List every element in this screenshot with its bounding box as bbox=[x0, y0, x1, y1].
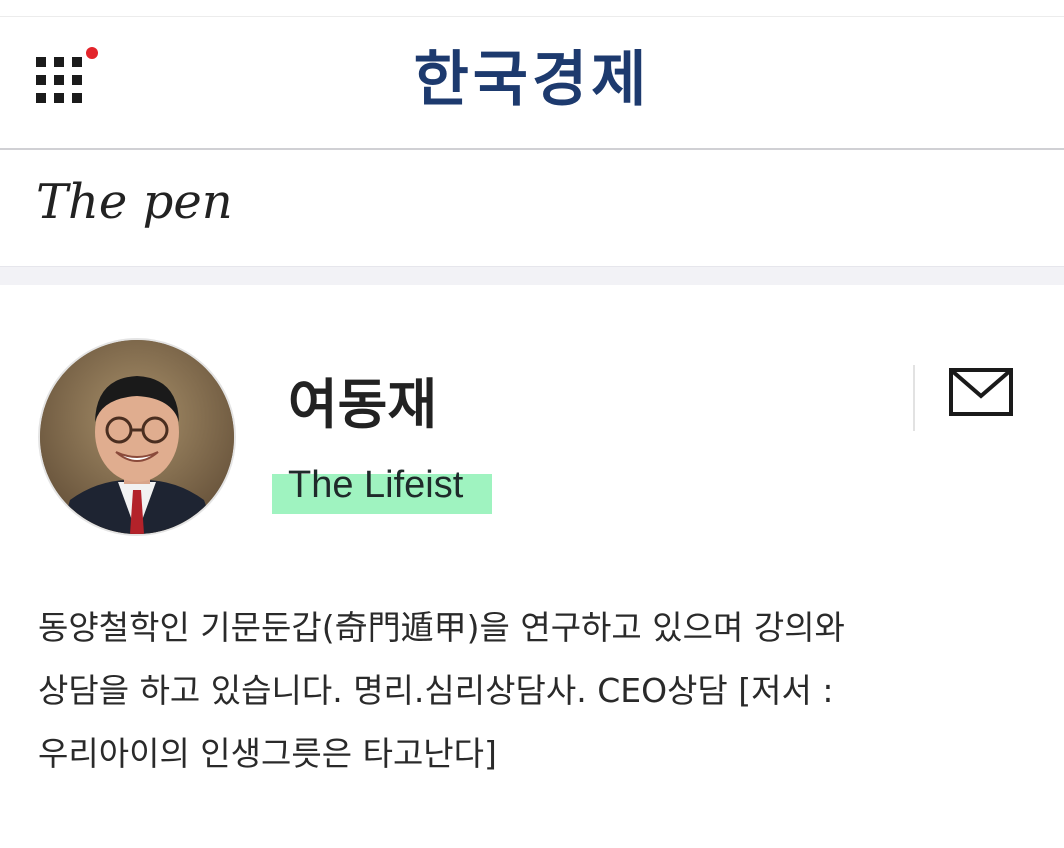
section-title: The pen bbox=[36, 174, 233, 230]
author-bio: 동양철학인 기문둔갑(奇門遁甲)을 연구하고 있으며 강의와 상담을 하고 있습… bbox=[38, 596, 1028, 785]
divider-band bbox=[0, 266, 1064, 285]
mail-icon bbox=[949, 368, 1013, 416]
site-logo[interactable]: 한국경제 bbox=[0, 47, 1064, 113]
author-avatar bbox=[38, 338, 236, 536]
bio-line: 우리아이의 인생그릇은 타고난다] bbox=[38, 734, 497, 773]
author-name: 여동재 bbox=[288, 373, 438, 436]
author-portrait-icon bbox=[40, 340, 234, 534]
author-tagline: The Lifeist bbox=[288, 464, 464, 506]
site-header: 한국경제 bbox=[0, 17, 1064, 150]
vertical-divider bbox=[913, 365, 915, 431]
mail-button[interactable] bbox=[948, 366, 1014, 418]
top-strip bbox=[0, 0, 1064, 17]
bio-line: 상담을 하고 있습니다. 명리.심리상담사. CEO상담 [저서 : bbox=[38, 671, 834, 710]
bio-line: 동양철학인 기문둔갑(奇門遁甲)을 연구하고 있으며 강의와 bbox=[38, 608, 845, 647]
